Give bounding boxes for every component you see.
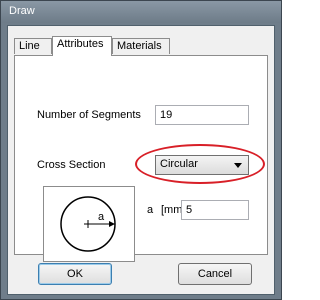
cross-section-label: Cross Section bbox=[37, 159, 106, 171]
dialog-client-area: Line Attributes Materials Number of Segm… bbox=[7, 25, 275, 295]
title-bar[interactable]: Draw bbox=[1, 1, 281, 23]
attributes-panel: Number of Segments Cross Section Circula… bbox=[14, 55, 268, 262]
tab-line-label: Line bbox=[19, 40, 40, 52]
circle-cross-section-icon: a bbox=[60, 196, 116, 252]
tab-materials[interactable]: Materials bbox=[112, 38, 170, 54]
a-label: a bbox=[147, 204, 154, 216]
tab-attributes-label: Attributes bbox=[57, 38, 104, 50]
tab-materials-label: Materials bbox=[117, 40, 162, 52]
segments-input[interactable] bbox=[155, 105, 249, 125]
highlight-annotation-ellipse bbox=[135, 144, 265, 184]
window-title: Draw bbox=[9, 5, 35, 17]
radius-dimension-label: a bbox=[98, 211, 105, 223]
a-value-input[interactable] bbox=[181, 200, 249, 220]
cancel-button[interactable]: Cancel bbox=[178, 263, 252, 285]
tab-line[interactable]: Line bbox=[14, 38, 52, 54]
segments-label: Number of Segments bbox=[37, 109, 141, 121]
ok-button[interactable]: OK bbox=[38, 263, 112, 285]
cross-section-diagram: a bbox=[43, 186, 135, 262]
tab-attributes[interactable]: Attributes bbox=[52, 36, 112, 56]
draw-dialog-window: Draw Line Attributes Materials Number of… bbox=[0, 0, 282, 300]
